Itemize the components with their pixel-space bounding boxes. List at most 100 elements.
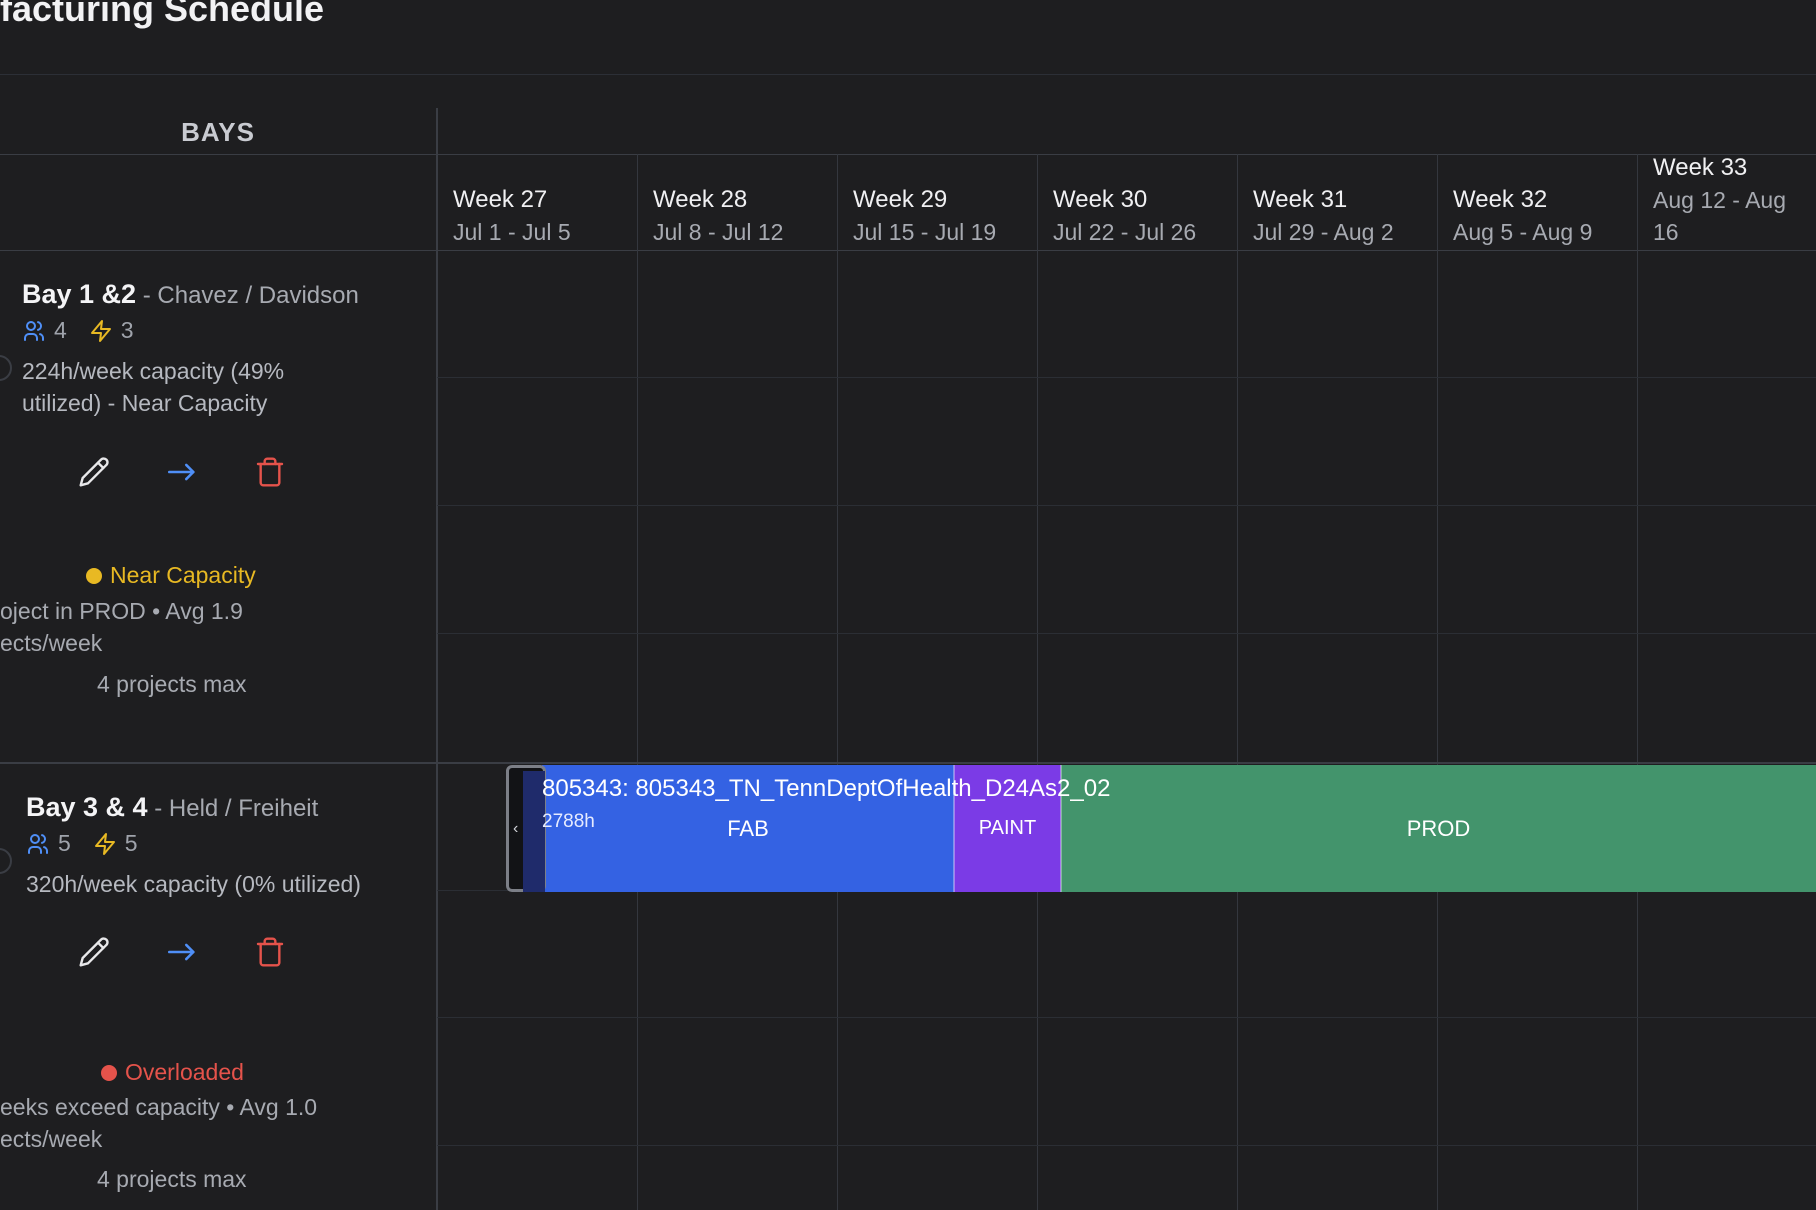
bay-stats: 4 3 <box>22 317 148 344</box>
bay-name: Bay 3 & 4 <box>26 792 148 822</box>
grid-column-line <box>1037 154 1038 1210</box>
capacity-line: 320h/week capacity (0% utilized) <box>26 871 361 897</box>
trash-icon <box>256 937 284 967</box>
bay-status: Overloaded <box>101 1059 244 1086</box>
phase-label: FAB <box>727 815 769 841</box>
capacity-line: 224h/week capacity (49% <box>22 358 285 384</box>
status-detail-line: ects/week <box>0 630 103 656</box>
delete-bay-button[interactable] <box>252 934 288 970</box>
delete-bay-button[interactable] <box>252 454 288 490</box>
grid-row-line <box>437 1017 1816 1018</box>
grid-row-line <box>437 1145 1816 1146</box>
bay-row-bay-1-2: Bay 1 &2 - Chavez / Davidson 4 3 224h/we… <box>0 251 436 762</box>
expand-toggle[interactable] <box>0 355 12 381</box>
week-column-header: Week 27 Jul 1 - Jul 5 <box>437 155 637 250</box>
status-dot <box>101 1064 117 1081</box>
bar-resize-handle[interactable]: ‹ <box>506 765 546 892</box>
sidebar-divider <box>436 108 438 1210</box>
status-label: Overloaded <box>125 1059 244 1085</box>
project-title: 805343: 805343_TN_TennDeptOfHealth_D24As… <box>542 775 1111 802</box>
staff-count: 5 <box>58 830 71 856</box>
edit-bay-button[interactable] <box>76 454 112 490</box>
grid-column-line <box>1637 154 1638 1210</box>
week-column-header: Week 29 Jul 15 - Jul 19 <box>837 155 1037 250</box>
project-bar[interactable]: FAB PAINT PROD ‹ 805343: 805343_TN_TennD… <box>506 765 1816 892</box>
grid-column-line <box>837 154 838 1210</box>
status-detail: eeks exceed capacity • Avg 1.0 ects/week <box>0 1091 317 1155</box>
week-range: Jul 29 - Aug 2 <box>1253 219 1394 245</box>
bay-actions <box>76 934 288 970</box>
max-projects: 4 projects max <box>97 1166 247 1192</box>
phase-label: PROD <box>1406 815 1471 841</box>
week-column-header: Week 28 Jul 8 - Jul 12 <box>637 155 837 250</box>
bays-header: BAYS <box>181 116 255 147</box>
week-range: Jul 1 - Jul 5 <box>453 219 571 245</box>
week-label: Week 29 <box>853 186 948 213</box>
week-range: 16 <box>1653 219 1679 245</box>
edit-bay-button[interactable] <box>76 934 112 970</box>
lightning-icon <box>94 832 115 855</box>
grid-row-line <box>437 505 1816 506</box>
bay-status: Near Capacity <box>86 562 256 589</box>
week-label: Week 28 <box>653 186 748 213</box>
capacity-line: utilized) - Near Capacity <box>22 390 268 416</box>
grid-column-line <box>1237 154 1238 1210</box>
week-column-header: Week 32 Aug 5 - Aug 9 <box>1437 155 1637 250</box>
status-dot <box>86 567 102 584</box>
max-projects: 4 projects max <box>97 671 247 697</box>
grid-row-line <box>437 377 1816 378</box>
bay-leads: - Held / Freiheit <box>147 795 319 822</box>
bay-name: Bay 1 &2 <box>22 279 137 309</box>
trash-icon <box>256 457 284 487</box>
arrow-right-icon <box>167 943 195 961</box>
power-count: 3 <box>120 317 134 343</box>
status-label: Near Capacity <box>110 562 256 588</box>
bay-actions <box>76 454 288 490</box>
power-count: 5 <box>124 830 138 856</box>
week-range: Aug 5 - Aug 9 <box>1453 219 1593 245</box>
lightning-icon <box>90 319 111 342</box>
bay-row-bay-3-4: Bay 3 & 4 - Held / Freiheit 5 5 320h/wee… <box>0 764 436 1210</box>
week-range: Jul 22 - Jul 26 <box>1053 219 1197 245</box>
status-detail-line: eeks exceed capacity • Avg 1.0 <box>0 1094 318 1120</box>
title-divider <box>0 74 1816 75</box>
status-detail-line: ects/week <box>0 1126 103 1152</box>
status-detail-line: oject in PROD • Avg 1.9 <box>0 598 243 624</box>
pencil-icon <box>79 937 109 967</box>
staff-stat: 5 <box>26 830 71 857</box>
pencil-icon <box>79 457 109 487</box>
chevron-left-icon: ‹ <box>513 819 519 837</box>
staff-count: 4 <box>54 317 67 343</box>
status-detail: oject in PROD • Avg 1.9 ects/week <box>0 595 243 659</box>
bay-title: Bay 1 &2 - Chavez / Davidson <box>22 279 359 310</box>
week-label: Week 27 <box>453 186 548 213</box>
week-range: Jul 8 - Jul 12 <box>653 219 784 245</box>
power-stat: 3 <box>89 317 134 344</box>
grid-column-line <box>1437 154 1438 1210</box>
grid-row-line <box>437 633 1816 634</box>
bay-stats: 5 5 <box>26 830 152 857</box>
expand-toggle[interactable] <box>0 848 12 874</box>
week-label: Week 31 <box>1253 186 1348 213</box>
week-label: Week 30 <box>1053 186 1148 213</box>
bay-capacity: 320h/week capacity (0% utilized) <box>26 868 361 900</box>
week-range: Jul 15 - Jul 19 <box>853 219 997 245</box>
staff-stat: 4 <box>22 317 67 344</box>
bay-title: Bay 3 & 4 - Held / Freiheit <box>26 792 318 823</box>
users-icon <box>24 320 44 341</box>
grid-column-line <box>637 154 638 1210</box>
week-range: Aug 12 - Aug <box>1653 187 1786 213</box>
project-hours: 2788h <box>542 811 595 832</box>
week-label: Week 32 <box>1453 186 1548 213</box>
bay-leads: - Chavez / Davidson <box>136 282 359 309</box>
phase-prod[interactable]: PROD <box>1061 765 1816 892</box>
week-column-header: Week 33 Aug 12 - Aug 16 <box>1637 154 1816 250</box>
power-stat: 5 <box>93 830 138 857</box>
phase-label: PAINT <box>978 817 1037 839</box>
week-column-header: Week 30 Jul 22 - Jul 26 <box>1037 155 1237 250</box>
week-label: Week 33 <box>1653 154 1748 181</box>
arrow-right-icon <box>167 463 195 481</box>
move-bay-button[interactable] <box>164 934 200 970</box>
move-bay-button[interactable] <box>164 454 200 490</box>
page-title: ufacturing Schedule <box>0 0 325 29</box>
